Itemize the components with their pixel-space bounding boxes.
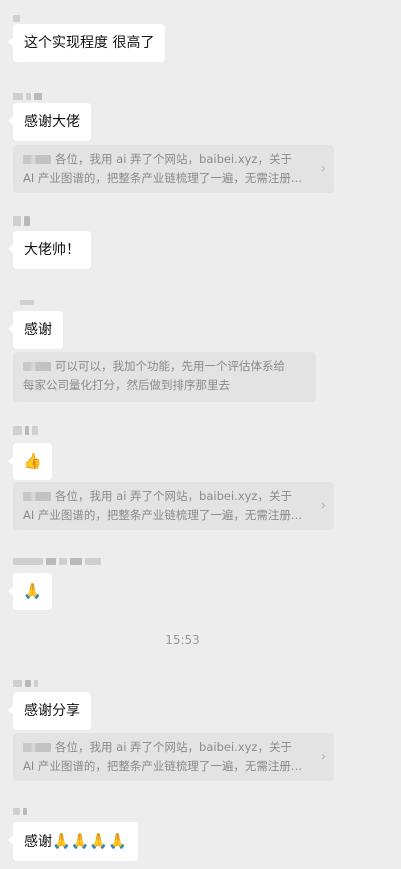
blurred-name (23, 743, 51, 752)
quote-line-2: 每家公司量化打分，然后做到排序那里去 (23, 378, 230, 392)
quote-line-1: 各位，我用 ai 弄了个网站，baibei.xyz，关于 (55, 740, 292, 754)
sender-name-blurred (13, 806, 27, 816)
quote-line-1: 各位，我用 ai 弄了个网站，baibei.xyz，关于 (55, 489, 292, 503)
quoted-message[interactable]: 各位，我用 ai 弄了个网站，baibei.xyz，关于 AI 产业图谱的，把整… (13, 145, 334, 193)
quoted-message[interactable]: 各位，我用 ai 弄了个网站，baibei.xyz，关于 AI 产业图谱的，把整… (13, 482, 334, 530)
message-text: 大佬帅！ (24, 242, 80, 258)
message-text: 感谢分享 (24, 703, 80, 719)
sender-name-blurred (13, 556, 101, 566)
message-bubble[interactable]: 感谢🙏🙏🙏🙏 (8, 822, 138, 861)
message-bubble[interactable]: 这个实现程度 很高了 (7, 24, 166, 62)
quote-line-1: 各位，我用 ai 弄了个网站，baibei.xyz，关于 (55, 152, 292, 166)
message-bubble[interactable]: 🙏 (8, 573, 52, 610)
quoted-message[interactable]: 各位，我用 ai 弄了个网站，baibei.xyz，关于 AI 产业图谱的，把整… (13, 733, 334, 781)
sender-name-blurred (20, 297, 34, 307)
quote-line-1: 可以可以，我加个功能，先用一个评估体系给 (55, 359, 285, 373)
chevron-right-icon: › (320, 749, 326, 765)
message-bubble[interactable]: 👍 (8, 443, 52, 480)
sender-name-blurred (13, 91, 42, 101)
message-bubble[interactable]: 大佬帅！ (8, 231, 91, 269)
sender-name-blurred (13, 678, 38, 688)
message-text: 感谢大佬 (24, 114, 80, 130)
pray-icons: 🙏🙏🙏🙏 (52, 832, 127, 850)
chevron-right-icon: › (320, 498, 326, 514)
message-text: 这个实现程度 很高了 (24, 35, 155, 51)
blurred-name (23, 492, 51, 501)
timestamp: 15:53 (165, 633, 200, 647)
message-bubble[interactable]: 感谢 (8, 311, 63, 349)
message-text: 感谢 (24, 322, 52, 338)
quote-line-2: AI 产业图谱的，把整条产业链梳理了一遍，无需注册... (23, 171, 302, 185)
thumbs-up-icon: 👍 (23, 452, 42, 470)
sender-name-blurred (13, 216, 30, 226)
blurred-name (23, 155, 51, 164)
sender-name-blurred (13, 425, 38, 435)
quote-line-2: AI 产业图谱的，把整条产业链梳理了一遍，无需注册... (23, 759, 302, 773)
quote-line-2: AI 产业图谱的，把整条产业链梳理了一遍，无需注册... (23, 508, 302, 522)
message-bubble[interactable]: 感谢分享 (8, 692, 91, 730)
pray-icon: 🙏 (23, 582, 42, 600)
quoted-message[interactable]: 可以可以，我加个功能，先用一个评估体系给 每家公司量化打分，然后做到排序那里去 (13, 352, 316, 402)
sender-name-blurred (13, 13, 20, 23)
chevron-right-icon: › (320, 161, 326, 177)
chat-history: 这个实现程度 很高了 感谢大佬 各位，我用 ai 弄了个网站，baibei.xy… (0, 0, 401, 869)
message-text: 感谢 (24, 834, 52, 850)
blurred-name (23, 362, 51, 371)
message-bubble[interactable]: 感谢大佬 (8, 103, 91, 141)
